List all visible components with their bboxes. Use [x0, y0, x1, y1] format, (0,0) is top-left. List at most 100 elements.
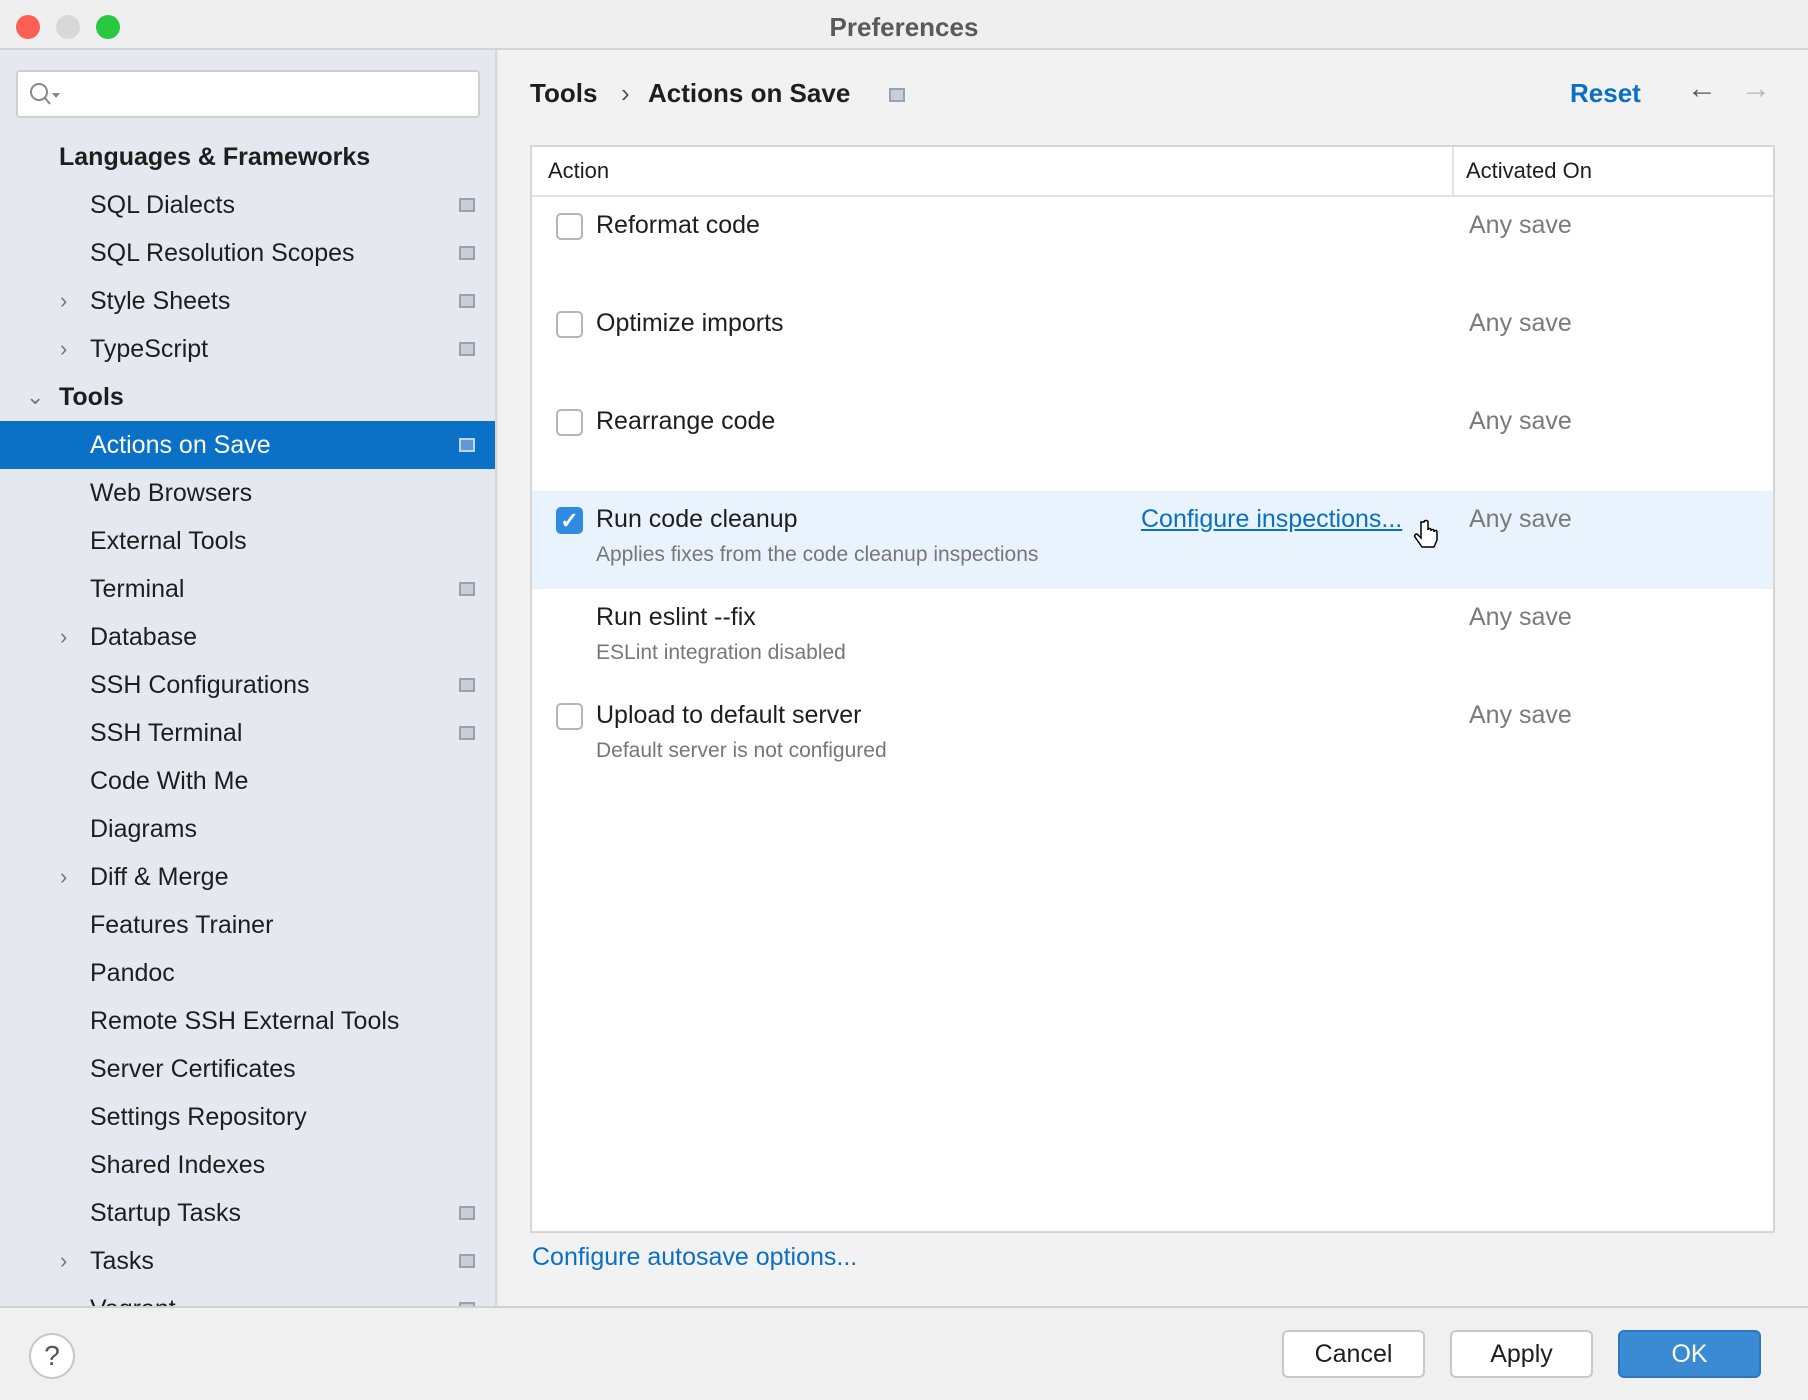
- sidebar-item[interactable]: Diagrams: [0, 805, 495, 853]
- sidebar-item-label: Remote SSH External Tools: [90, 1007, 400, 1035]
- chevron-right-icon[interactable]: ›: [60, 277, 67, 325]
- sidebar-item-label: SQL Resolution Scopes: [90, 239, 355, 267]
- table-row[interactable]: Run eslint --fix ESLint integration disab…: [532, 589, 1773, 687]
- action-description: Applies fixes from the code cleanup insp…: [596, 543, 1039, 566]
- action-label: Run eslint --fix: [596, 603, 756, 631]
- table-row[interactable]: Reformat code Any save: [532, 197, 1773, 295]
- table-row[interactable]: Optimize imports Any save: [532, 295, 1773, 393]
- sidebar-item-label: Settings Repository: [90, 1103, 307, 1131]
- table-row[interactable]: Rearrange code Any save: [532, 393, 1773, 491]
- chevron-right-icon[interactable]: ›: [60, 613, 67, 661]
- project-level-icon: [459, 198, 475, 212]
- project-level-icon: [459, 246, 475, 260]
- configure-autosave-link[interactable]: Configure autosave options...: [532, 1243, 857, 1272]
- sidebar-item-label: Vagrant: [90, 1285, 176, 1306]
- breadcrumb-separator: ›: [621, 78, 630, 108]
- sidebar-item[interactable]: › Style Sheets: [0, 277, 495, 325]
- sidebar-item[interactable]: Server Certificates: [0, 1045, 495, 1093]
- sidebar-item[interactable]: SSH Terminal: [0, 709, 495, 757]
- sidebar-item-label: Actions on Save: [90, 431, 271, 459]
- sidebar-item-label: Pandoc: [90, 959, 175, 987]
- action-checkbox[interactable]: ✓: [556, 507, 583, 534]
- sidebar-item[interactable]: › Database: [0, 613, 495, 661]
- sidebar-item-label: Database: [90, 623, 198, 651]
- chevron-right-icon[interactable]: ›: [60, 325, 67, 373]
- activated-on-value[interactable]: Any save: [1469, 407, 1572, 436]
- sidebar-item[interactable]: Features Trainer: [0, 901, 495, 949]
- sidebar-item[interactable]: Pandoc: [0, 949, 495, 997]
- column-header-action[interactable]: Action: [548, 147, 609, 195]
- dialog-footer: ? Cancel Apply OK: [0, 1306, 1808, 1400]
- action-description: ESLint integration disabled: [596, 641, 846, 664]
- project-level-icon: [459, 294, 475, 308]
- sidebar-item[interactable]: SQL Resolution Scopes: [0, 229, 495, 277]
- sidebar-item[interactable]: Actions on Save: [0, 421, 495, 469]
- project-level-icon: [459, 726, 475, 740]
- chevron-right-icon[interactable]: ›: [60, 853, 67, 901]
- sidebar-item-label: Tools: [59, 383, 124, 411]
- action-label: Upload to default server: [596, 701, 862, 729]
- sidebar-item[interactable]: SQL Dialects: [0, 181, 495, 229]
- sidebar-item[interactable]: Startup Tasks: [0, 1189, 495, 1237]
- settings-search-input[interactable]: [16, 70, 480, 118]
- sidebar-item-label: Shared Indexes: [90, 1151, 266, 1179]
- sidebar-item[interactable]: Shared Indexes: [0, 1141, 495, 1189]
- table-row[interactable]: ✓ Run code cleanup Applies fixes from the …: [532, 491, 1773, 589]
- back-arrow-icon[interactable]: ←: [1687, 72, 1717, 106]
- ok-button[interactable]: OK: [1618, 1330, 1761, 1378]
- sidebar-item[interactable]: Web Browsers: [0, 469, 495, 517]
- reset-link[interactable]: Reset: [1570, 78, 1641, 109]
- sidebar-item-label: Languages & Frameworks: [59, 143, 371, 171]
- table-row[interactable]: Upload to default server Default server i…: [532, 687, 1773, 785]
- activated-on-value[interactable]: Any save: [1469, 505, 1572, 534]
- configure-inspections-link[interactable]: Configure inspections...: [1141, 505, 1402, 534]
- sidebar-item[interactable]: Terminal: [0, 565, 495, 613]
- action-checkbox[interactable]: [556, 311, 583, 338]
- sidebar-item[interactable]: ⌄ Tools: [0, 373, 495, 421]
- sidebar-item[interactable]: Code With Me: [0, 757, 495, 805]
- breadcrumb-tools[interactable]: Tools: [530, 78, 597, 109]
- action-label: Optimize imports: [596, 309, 784, 337]
- project-level-icon: [459, 438, 475, 452]
- sidebar-item[interactable]: › Tasks: [0, 1237, 495, 1285]
- breadcrumb-current: Actions on Save: [648, 78, 851, 108]
- action-label: Rearrange code: [596, 407, 776, 435]
- activated-on-value[interactable]: Any save: [1469, 701, 1572, 730]
- sidebar-item-label: SSH Configurations: [90, 671, 310, 699]
- sidebar-item-label: Server Certificates: [90, 1055, 296, 1083]
- sidebar-item-label: SQL Dialects: [90, 191, 235, 219]
- sidebar-item-label: Terminal: [90, 575, 185, 603]
- sidebar-item-label: Diff & Merge: [90, 863, 229, 891]
- action-checkbox[interactable]: [556, 213, 583, 240]
- sidebar-item[interactable]: External Tools: [0, 517, 495, 565]
- hand-cursor-icon: [1413, 519, 1438, 548]
- table-header: Action Activated On: [532, 147, 1773, 197]
- action-label: Run code cleanup: [596, 505, 798, 533]
- help-button[interactable]: ?: [29, 1333, 75, 1379]
- sidebar-item[interactable]: Vagrant: [0, 1285, 495, 1306]
- sidebar-item[interactable]: › TypeScript: [0, 325, 495, 373]
- apply-button[interactable]: Apply: [1450, 1330, 1593, 1378]
- sidebar-item[interactable]: Remote SSH External Tools: [0, 997, 495, 1045]
- activated-on-value[interactable]: Any save: [1469, 603, 1572, 632]
- chevron-down-icon[interactable]: ⌄: [26, 373, 44, 421]
- cancel-button[interactable]: Cancel: [1282, 1330, 1425, 1378]
- activated-on-value[interactable]: Any save: [1469, 211, 1572, 240]
- sidebar-item-label: TypeScript: [90, 335, 209, 363]
- window-title: Preferences: [829, 12, 979, 42]
- sidebar-item-label: Startup Tasks: [90, 1199, 242, 1227]
- sidebar-item[interactable]: › Diff & Merge: [0, 853, 495, 901]
- sidebar-item[interactable]: SSH Configurations: [0, 661, 495, 709]
- chevron-right-icon[interactable]: ›: [60, 1237, 67, 1285]
- action-checkbox[interactable]: [556, 703, 583, 730]
- activated-on-value[interactable]: Any save: [1469, 309, 1572, 338]
- sidebar-item-label: External Tools: [90, 527, 247, 555]
- main-panel: Tools › Actions on Save Reset ← → Action…: [499, 50, 1808, 1306]
- sidebar-item-label: Web Browsers: [90, 479, 253, 507]
- forward-arrow-icon[interactable]: →: [1741, 72, 1771, 106]
- column-header-activated-on[interactable]: Activated On: [1466, 147, 1592, 195]
- project-level-icon: [889, 88, 905, 102]
- sidebar-item[interactable]: Languages & Frameworks: [0, 133, 495, 181]
- sidebar-item[interactable]: Settings Repository: [0, 1093, 495, 1141]
- action-checkbox[interactable]: [556, 409, 583, 436]
